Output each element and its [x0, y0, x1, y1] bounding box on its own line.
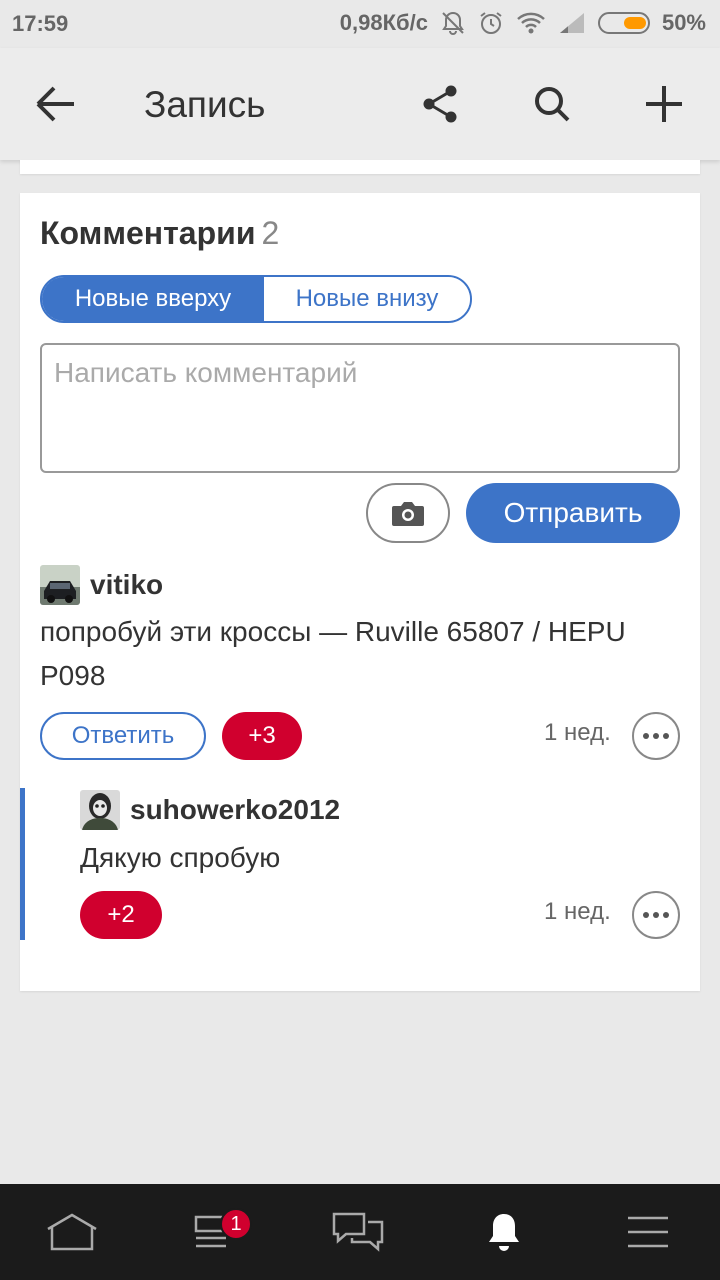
- comment-score[interactable]: +2: [80, 891, 162, 939]
- sort-newest-last[interactable]: Новые внизу: [264, 277, 470, 321]
- notifications-icon[interactable]: [474, 1208, 534, 1256]
- page-title: Запись: [144, 84, 266, 125]
- battery-icon: [597, 12, 650, 34]
- comments-card: Комментарии2 Новые вверху Новые внизу От…: [20, 193, 700, 991]
- more-options-button[interactable]: [632, 891, 680, 939]
- comments-count: 2: [261, 215, 280, 251]
- comments-title: Комментарии: [40, 215, 256, 251]
- comment-time: 1 нед.: [544, 898, 611, 925]
- reply-indent-bar: [20, 788, 25, 940]
- attach-photo-button[interactable]: [366, 483, 450, 543]
- wifi-icon: [516, 11, 546, 35]
- share-icon[interactable]: [418, 82, 462, 126]
- avatar[interactable]: [40, 565, 80, 605]
- menu-icon[interactable]: [618, 1208, 678, 1256]
- notifications-off-icon: [440, 10, 466, 36]
- app-bar: Запись: [0, 48, 720, 160]
- previous-card-edge: [20, 160, 700, 174]
- comment-text: попробуй эти кроссы — Ruville 65807 / HE…: [40, 616, 626, 691]
- comment-score[interactable]: +3: [222, 712, 302, 760]
- status-time: 17:59: [12, 11, 69, 36]
- comment-item: vitiko попробуй эти кроссы — Ruville 658…: [20, 563, 700, 763]
- search-icon[interactable]: [530, 82, 574, 126]
- sort-newest-first[interactable]: Новые вверху: [42, 277, 264, 321]
- comments-heading: Комментарии 2: [40, 215, 279, 252]
- camera-icon: [392, 502, 424, 526]
- back-arrow-icon[interactable]: [32, 84, 80, 124]
- bottom-nav: [0, 1184, 720, 1280]
- more-dots-icon: [643, 733, 669, 739]
- reply-button[interactable]: Ответить: [40, 712, 206, 760]
- plus-icon[interactable]: [642, 82, 686, 126]
- more-options-button[interactable]: [632, 712, 680, 760]
- comment-time: 1 нед.: [544, 719, 611, 746]
- send-button[interactable]: Отправить: [466, 483, 680, 543]
- home-icon[interactable]: [42, 1208, 102, 1256]
- more-dots-icon: [643, 912, 669, 918]
- avatar[interactable]: [80, 790, 120, 830]
- reply-comment-item: suhowerko2012 Дякую спробую +2 1 нед.: [20, 788, 700, 940]
- comment-author[interactable]: suhowerko2012: [130, 794, 340, 826]
- sort-toggle: Новые вверху Новые внизу: [40, 275, 472, 323]
- status-icons: 0,98Кб/с 50%: [340, 10, 706, 36]
- battery-percent: 50%: [661, 10, 706, 35]
- network-speed: 0,98Кб/с: [339, 10, 428, 35]
- comment-text: Дякую спробую: [80, 842, 281, 873]
- feed-badge: 1: [220, 1208, 252, 1240]
- alarm-icon: [478, 10, 504, 36]
- messages-icon[interactable]: [328, 1208, 388, 1256]
- comment-input[interactable]: [40, 343, 680, 473]
- status-bar: 17:59 0,98Кб/с 50%: [0, 0, 720, 48]
- signal-icon: [558, 11, 586, 35]
- comment-author[interactable]: vitiko: [90, 569, 163, 601]
